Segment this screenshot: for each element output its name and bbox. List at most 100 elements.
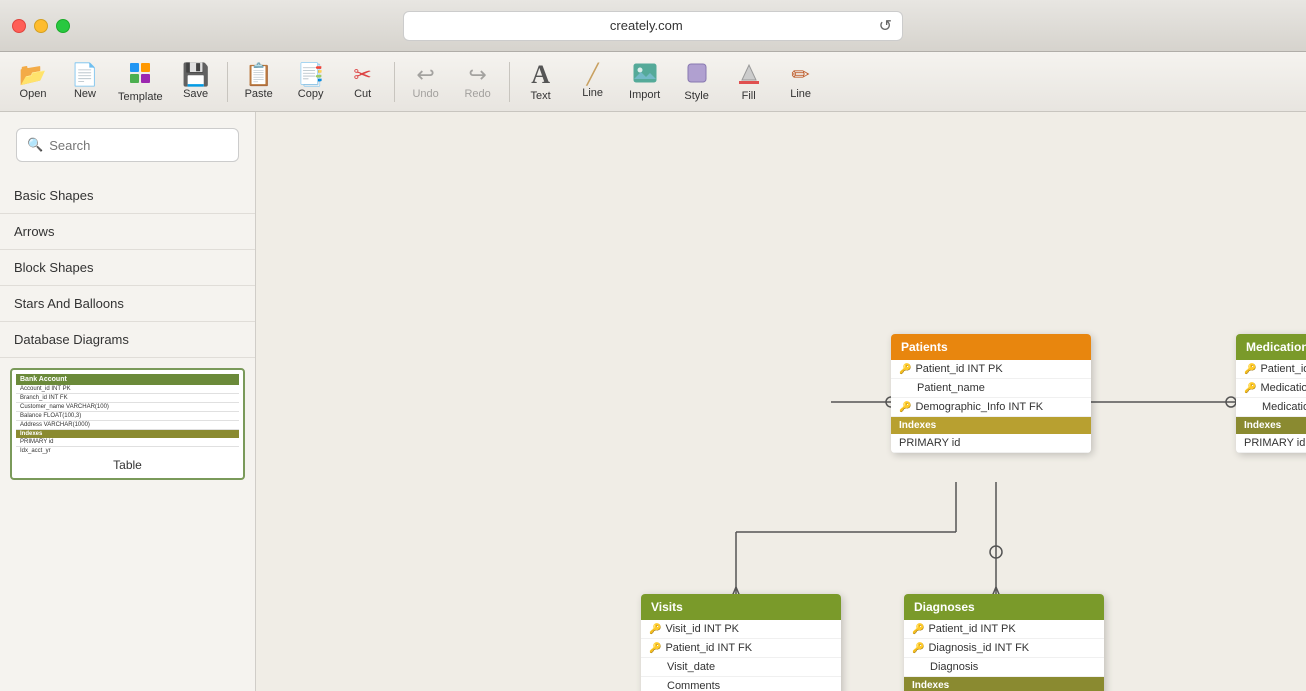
toolbar: 📂 Open 📄 New Template 💾 Save 📋 Paste 📑 C… [0, 52, 1306, 112]
medication-table-body: 🔑 Patient_id INT PK 🔑 Medication_id INT … [1236, 360, 1306, 453]
diagnoses-indexes-header: Indexes [904, 677, 1104, 691]
search-input[interactable] [49, 138, 228, 153]
open-icon: 📂 [19, 64, 46, 86]
diagnoses-row-0: 🔑 Patient_id INT PK [904, 620, 1104, 639]
sidebar-item-database-diagrams[interactable]: Database Diagrams [0, 322, 255, 358]
import-icon [633, 63, 657, 87]
open-button[interactable]: 📂 Open [8, 55, 58, 109]
url-bar[interactable]: creately.com ↺ [403, 11, 903, 41]
key-icon-0: 🔑 [899, 364, 911, 375]
med-key-icon-1: 🔑 [1244, 383, 1256, 394]
style-button[interactable]: Style [672, 55, 722, 109]
import-button[interactable]: Import [620, 55, 670, 109]
diag-key-icon-0: 🔑 [912, 624, 924, 635]
patients-row-1: Patient_name [891, 379, 1091, 398]
patients-row-0: 🔑 Patient_id INT PK [891, 360, 1091, 379]
medication-indexes-header: Indexes [1236, 417, 1306, 434]
redo-button[interactable]: ↪ Redo [453, 55, 503, 109]
copy-button[interactable]: 📑 Copy [286, 55, 336, 109]
med-key-icon-0: 🔑 [1244, 364, 1256, 375]
thumbnail-label: Table [16, 454, 239, 474]
main-layout: 🔍 Basic Shapes Arrows Block Shapes Stars… [0, 112, 1306, 691]
search-icon: 🔍 [27, 137, 43, 153]
sidebar-item-basic-shapes[interactable]: Basic Shapes [0, 178, 255, 214]
sidebar-item-stars-balloons[interactable]: Stars And Balloons [0, 286, 255, 322]
thumbnail-row-3: Balance FLOAT(100,3) [16, 412, 239, 421]
visits-row-1: 🔑 Patient_id INT FK [641, 639, 841, 658]
template-button[interactable]: Template [112, 55, 169, 109]
patients-indexes-header: Indexes [891, 417, 1091, 434]
undo-button[interactable]: ↩ Undo [401, 55, 451, 109]
diagnoses-row-2: Diagnosis [904, 658, 1104, 677]
minimize-button[interactable] [34, 19, 48, 33]
search-bar[interactable]: 🔍 [16, 128, 239, 162]
visits-key-icon-1: 🔑 [649, 643, 661, 654]
copy-icon: 📑 [297, 64, 324, 86]
visits-table-header: Visits [641, 594, 841, 620]
medication-row-2: Medication_name [1236, 398, 1306, 417]
maximize-button[interactable] [56, 19, 70, 33]
thumbnail-index-header: Indexes [20, 431, 235, 437]
visits-table[interactable]: Visits 🔑 Visit_id INT PK 🔑 Patient_id IN… [641, 594, 841, 691]
canvas-area[interactable]: Patients 🔑 Patient_id INT PK Patient_nam… [256, 112, 1306, 691]
visits-row-2: Visit_date [641, 658, 841, 677]
fill-button[interactable]: Fill [724, 55, 774, 109]
line-tool-label: Line [790, 88, 811, 100]
save-label: Save [183, 88, 208, 100]
save-button[interactable]: 💾 Save [171, 55, 221, 109]
diagnoses-table-body: 🔑 Patient_id INT PK 🔑 Diagnosis_id INT F… [904, 620, 1104, 691]
title-bar: creately.com ↺ [0, 0, 1306, 52]
table-thumbnail[interactable]: Bank Account Account_id INT PK Branch_id… [10, 368, 245, 480]
text-icon: A [531, 62, 550, 88]
fill-icon [738, 62, 760, 88]
line-tool-button[interactable]: ✏ Line [776, 55, 826, 109]
diag-key-icon-1: 🔑 [912, 643, 924, 654]
patients-table-body: 🔑 Patient_id INT PK Patient_name 🔑 Demog… [891, 360, 1091, 453]
template-icon [128, 61, 152, 89]
patients-table[interactable]: Patients 🔑 Patient_id INT PK Patient_nam… [891, 334, 1091, 453]
cut-icon: ✂ [353, 64, 371, 86]
thumbnail-header: Bank Account [16, 374, 239, 385]
cut-button[interactable]: ✂ Cut [338, 55, 388, 109]
redo-label: Redo [464, 88, 490, 100]
thumbnail-row-4: Address VARCHAR(1000) [16, 421, 239, 430]
template-label: Template [118, 91, 163, 103]
diagnoses-table-header: Diagnoses [904, 594, 1104, 620]
refresh-button[interactable]: ↺ [879, 16, 892, 36]
thumbnail-row-0: Account_id INT PK [16, 385, 239, 394]
new-button[interactable]: 📄 New [60, 55, 110, 109]
separator-2 [394, 62, 395, 102]
undo-label: Undo [412, 88, 438, 100]
copy-label: Copy [298, 88, 324, 100]
sidebar-item-arrows[interactable]: Arrows [0, 214, 255, 250]
line-button[interactable]: ╱ Line [568, 55, 618, 109]
visits-table-body: 🔑 Visit_id INT PK 🔑 Patient_id INT FK Vi… [641, 620, 841, 691]
paste-icon: 📋 [245, 64, 272, 86]
visits-row-3: Comments [641, 677, 841, 691]
new-icon: 📄 [71, 64, 98, 86]
medication-row-0: 🔑 Patient_id INT PK [1236, 360, 1306, 379]
traffic-lights [12, 19, 70, 33]
new-label: New [74, 88, 96, 100]
medication-table[interactable]: Medication 🔑 Patient_id INT PK 🔑 Medicat… [1236, 334, 1306, 453]
text-label: Text [531, 90, 551, 102]
undo-icon: ↩ [416, 64, 434, 86]
text-button[interactable]: A Text [516, 55, 566, 109]
paste-button[interactable]: 📋 Paste [234, 55, 284, 109]
medication-table-header: Medication [1236, 334, 1306, 360]
line-tool-icon: ✏ [791, 64, 809, 86]
style-icon [685, 62, 709, 88]
patients-row-2: 🔑 Demographic_Info INT FK [891, 398, 1091, 417]
sidebar-item-block-shapes[interactable]: Block Shapes [0, 250, 255, 286]
close-button[interactable] [12, 19, 26, 33]
patients-index-0: PRIMARY id [891, 434, 1091, 453]
thumbnail-index-0: PRIMARY id [16, 438, 239, 447]
diagnoses-row-1: 🔑 Diagnosis_id INT FK [904, 639, 1104, 658]
key-icon-2: 🔑 [899, 402, 911, 413]
diagnoses-table[interactable]: Diagnoses 🔑 Patient_id INT PK 🔑 Diagnosi… [904, 594, 1104, 691]
redo-icon: ↪ [468, 64, 486, 86]
visits-key-icon-0: 🔑 [649, 624, 661, 635]
patients-table-header: Patients [891, 334, 1091, 360]
medication-index-0: PRIMARY id [1236, 434, 1306, 453]
medication-row-1: 🔑 Medication_id INT FK [1236, 379, 1306, 398]
